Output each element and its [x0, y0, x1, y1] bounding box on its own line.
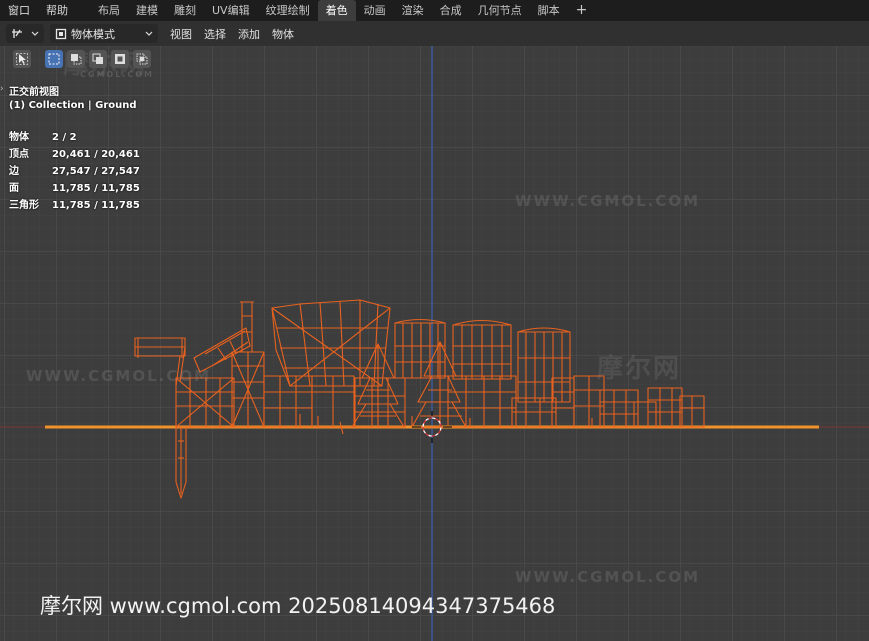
tab-sculpting[interactable]: 雕刻	[166, 0, 204, 21]
stat-edges: 边 27,547 / 27,547	[9, 166, 140, 177]
select-subtract-icon	[92, 53, 103, 64]
tab-shading[interactable]: 着色	[317, 0, 356, 21]
tab-scripting[interactable]: 脚本	[530, 0, 568, 21]
axes-gizmo-icon	[12, 29, 22, 38]
tab-uv-editing[interactable]: UV编辑	[204, 0, 258, 21]
menu-object[interactable]: 物体	[266, 26, 300, 42]
add-workspace-button[interactable]: +	[568, 0, 596, 21]
tab-layout[interactable]: 布局	[90, 0, 128, 21]
tab-rendering[interactable]: 渲染	[394, 0, 432, 21]
top-menu-bar: 窗口 帮助 布局 建模 雕刻 UV编辑 纹理绘制 着色 动画 渲染 合成 几何节…	[0, 0, 869, 21]
selection-mode-invert-button[interactable]	[111, 50, 129, 68]
selection-mode-subtract-button[interactable]	[89, 50, 107, 68]
tab-modeling[interactable]: 建模	[128, 0, 166, 21]
chevron-down-icon	[145, 31, 153, 36]
stat-objects: 物体 2 / 2	[9, 132, 77, 143]
editor-type-button[interactable]	[6, 24, 44, 43]
select-intersect-icon	[136, 53, 148, 65]
viewport-header: 物体模式 视图 选择 添加 物体	[0, 21, 869, 46]
select-extend-icon	[71, 54, 82, 65]
menu-help[interactable]: 帮助	[38, 0, 76, 21]
watermark-bottom-right: WWW.CGMOL.COM	[515, 568, 701, 586]
select-invert-icon	[115, 54, 125, 64]
stat-vertices: 顶点 20,461 / 20,461	[9, 149, 140, 160]
watermark-cn-right: 摩尔网	[597, 354, 682, 384]
watermark-left: WWW.CGMOL.COM	[26, 367, 212, 385]
mode-selector[interactable]: 物体模式	[50, 24, 158, 43]
mode-label: 物体模式	[71, 27, 115, 41]
tab-animation[interactable]: 动画	[356, 0, 394, 21]
collection-label: (1) Collection | Ground	[9, 100, 137, 111]
tab-texture-paint[interactable]: 纹理绘制	[258, 0, 318, 21]
select-tool-button[interactable]	[13, 50, 31, 68]
footer-watermark: 摩尔网 www.cgmol.com 20250814094347375468	[40, 594, 556, 618]
selection-mode-extend-button[interactable]	[67, 50, 85, 68]
sidebar-toggle-arrow[interactable]: ›	[0, 84, 5, 94]
watermark-upper-right: WWW.CGMOL.COM	[515, 192, 701, 210]
menu-select[interactable]: 选择	[198, 26, 232, 42]
object-mode-icon	[55, 28, 67, 39]
3d-viewport[interactable]: 摩尔网 CGMOL.COM WWW.CGMOL.COM WWW.CGMOL.CO…	[0, 46, 869, 641]
view-name-label: 正交前视图	[9, 87, 59, 98]
chevron-down-icon	[31, 31, 39, 36]
viewport-canvas	[0, 46, 869, 641]
tab-compositing[interactable]: 合成	[432, 0, 470, 21]
tab-geometry-nodes[interactable]: 几何节点	[470, 0, 530, 21]
menu-window[interactable]: 窗口	[0, 0, 38, 21]
selection-mode-new-button[interactable]	[45, 50, 63, 68]
stat-triangles: 三角形 11,785 / 11,785	[9, 200, 140, 211]
stat-faces: 面 11,785 / 11,785	[9, 183, 140, 194]
menu-view[interactable]: 视图	[164, 26, 198, 42]
select-new-icon	[48, 53, 60, 65]
selection-mode-intersect-button[interactable]	[133, 50, 151, 68]
cursor-arrow-icon	[16, 53, 28, 65]
menu-add[interactable]: 添加	[232, 26, 266, 42]
tool-settings-row	[0, 46, 869, 72]
